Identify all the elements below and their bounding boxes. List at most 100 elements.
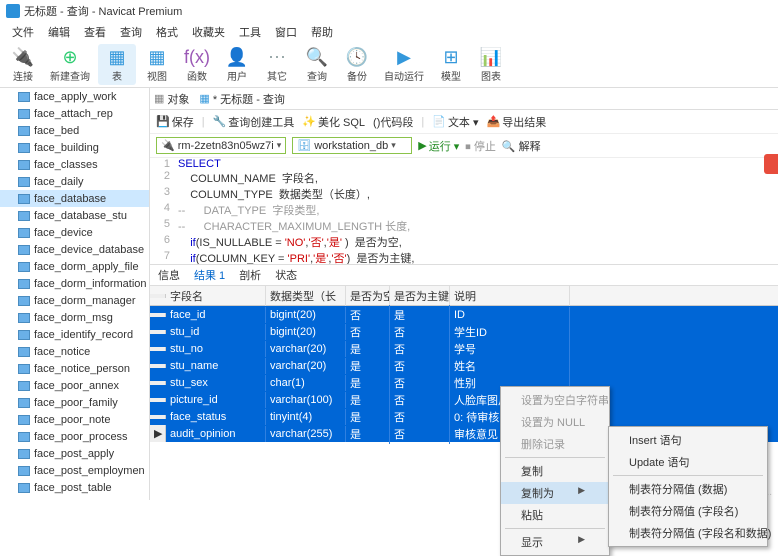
sidebar-item-face_classes[interactable]: face_classes <box>0 156 149 173</box>
menu-item[interactable]: Update 语句 <box>609 451 767 473</box>
table-row[interactable]: stu_idbigint(20)否否学生ID <box>150 323 778 340</box>
menu-item[interactable]: 制表符分隔值 (字段名) <box>609 500 767 522</box>
col-header[interactable]: 数据类型（长 <box>266 286 346 306</box>
result-tab-结果 1[interactable]: 结果 1 <box>194 267 225 283</box>
db-row: 🔌rm-2zetn83n05wz7i ▾ 🗄workstation_db ▾ ▶… <box>150 134 778 158</box>
toolbar-自动运行[interactable]: ▶自动运行 <box>378 44 430 85</box>
save-button[interactable]: 💾 保存 <box>156 114 194 130</box>
beautify-sql-button[interactable]: ✨ 美化 SQL <box>302 114 365 130</box>
tab-objects[interactable]: ▦ 对象 <box>154 91 189 107</box>
toolbar-查询[interactable]: 🔍查询 <box>298 44 336 85</box>
menu-item[interactable]: 显示▶ <box>501 531 609 553</box>
explain-button[interactable]: 🔍 解释 <box>502 138 541 154</box>
sidebar-item-face_bed[interactable]: face_bed <box>0 122 149 139</box>
sidebar-item-face_dorm_apply_file[interactable]: face_dorm_apply_file <box>0 258 149 275</box>
table-icon <box>18 262 30 272</box>
toolbar-备份[interactable]: 🕓备份 <box>338 44 376 85</box>
menu-工具[interactable]: 工具 <box>233 22 267 42</box>
table-icon <box>18 160 30 170</box>
sidebar-item-face_apply_work[interactable]: face_apply_work <box>0 88 149 105</box>
result-tab-状态[interactable]: 状态 <box>275 267 297 283</box>
col-header[interactable]: 是否为空 <box>346 286 390 306</box>
result-tab-剖析[interactable]: 剖析 <box>239 267 261 283</box>
sql-editor[interactable]: 1SELECT2 COLUMN_NAME 字段名,3 COLUMN_TYPE 数… <box>150 158 778 264</box>
sidebar-item-face_building[interactable]: face_building <box>0 139 149 156</box>
menu-item[interactable]: 复制 <box>501 460 609 482</box>
sidebar-item-face_notice_person[interactable]: face_notice_person <box>0 360 149 377</box>
menu-item[interactable]: 粘贴 <box>501 504 609 526</box>
table-icon <box>18 398 30 408</box>
toolbar-其它[interactable]: ⋯其它 <box>258 44 296 85</box>
sidebar-item-face_poor_process[interactable]: face_poor_process <box>0 428 149 445</box>
sidebar-item-face_post_transfer[interactable]: face_post_transfer <box>0 496 149 500</box>
query-builder-button[interactable]: 🔧 查询创建工具 <box>213 114 295 130</box>
stop-button[interactable]: ⏹ 停止 <box>465 138 496 154</box>
menu-窗口[interactable]: 窗口 <box>269 22 303 42</box>
sidebar-item-face_post_apply[interactable]: face_post_apply <box>0 445 149 462</box>
menu-查看[interactable]: 查看 <box>78 22 112 42</box>
table-icon <box>18 177 30 187</box>
side-badge[interactable] <box>764 154 778 174</box>
col-header[interactable]: 是否为主键 <box>390 286 450 306</box>
sidebar-item-face_post_table[interactable]: face_post_table <box>0 479 149 496</box>
menu-文件[interactable]: 文件 <box>6 22 40 42</box>
menu-item[interactable]: 制表符分隔值 (字段名和数据) <box>609 522 767 544</box>
sidebar-item-face_notice[interactable]: face_notice <box>0 343 149 360</box>
menu-item[interactable]: 制表符分隔值 (数据) <box>609 478 767 500</box>
result-tab-信息[interactable]: 信息 <box>158 267 180 283</box>
toolbar-模型[interactable]: ⊞模型 <box>432 44 470 85</box>
menu-编辑[interactable]: 编辑 <box>42 22 76 42</box>
table-row[interactable]: face_statustinyint(4)是否0: 待审核 1：已通过 <box>150 408 778 425</box>
table-row[interactable]: face_idbigint(20)否是ID <box>150 306 778 323</box>
toolbar-用户[interactable]: 👤用户 <box>218 44 256 85</box>
export-button[interactable]: 📤 导出结果 <box>487 114 547 130</box>
sidebar-item-face_device_database[interactable]: face_device_database <box>0 241 149 258</box>
menu-帮助[interactable]: 帮助 <box>305 22 339 42</box>
sidebar-item-face_dorm_msg[interactable]: face_dorm_msg <box>0 309 149 326</box>
schema-select[interactable]: 🗄workstation_db ▾ <box>292 137 412 154</box>
toolbar-视图[interactable]: ▦视图 <box>138 44 176 85</box>
run-button[interactable]: ▶ 运行 ▾ <box>418 138 459 154</box>
sidebar-item-face_dorm_manager[interactable]: face_dorm_manager <box>0 292 149 309</box>
sidebar-item-face_daily[interactable]: face_daily <box>0 173 149 190</box>
sidebar-item-face_poor_annex[interactable]: face_poor_annex <box>0 377 149 394</box>
table-row[interactable]: picture_idvarchar(100)是否人脸库图片ID <box>150 391 778 408</box>
toolbar-新建查询[interactable]: ⊕新建查询 <box>44 44 96 85</box>
menu-item[interactable]: 复制为▶ <box>501 482 609 504</box>
tab-query[interactable]: ▦ * 无标题 - 查询 <box>199 91 285 107</box>
table-icon <box>18 211 30 221</box>
sidebar-item-face_database_stu[interactable]: face_database_stu <box>0 207 149 224</box>
context-menu[interactable]: 设置为空白字符串设置为 NULL删除记录复制复制为▶粘贴显示▶ <box>500 386 610 556</box>
col-header[interactable]: 字段名 <box>166 286 266 306</box>
sidebar-item-face_database[interactable]: face_database <box>0 190 149 207</box>
table-icon <box>18 126 30 136</box>
table-row[interactable]: stu_sexchar(1)是否性别 <box>150 374 778 391</box>
context-submenu[interactable]: Insert 语句Update 语句制表符分隔值 (数据)制表符分隔值 (字段名… <box>608 426 768 547</box>
query-toolbar: 💾 保存 | 🔧 查询创建工具 ✨ 美化 SQL ()代码段 | 📄 文本 ▾ … <box>150 110 778 134</box>
sidebar-item-face_identify_record[interactable]: face_identify_record <box>0 326 149 343</box>
sidebar-item-face_poor_family[interactable]: face_poor_family <box>0 394 149 411</box>
sidebar-item-face_post_employmen[interactable]: face_post_employmen <box>0 462 149 479</box>
toolbar-连接[interactable]: 🔌连接 <box>4 44 42 85</box>
table-icon <box>18 245 30 255</box>
window-title: 无标题 - 查询 - Navicat Premium <box>24 3 182 19</box>
sidebar-item-face_poor_note[interactable]: face_poor_note <box>0 411 149 428</box>
toolbar-函数[interactable]: f(x)函数 <box>178 44 216 85</box>
code-snippet-button[interactable]: ()代码段 <box>373 114 413 130</box>
sidebar-item-face_dorm_information[interactable]: face_dorm_information <box>0 275 149 292</box>
table-row[interactable]: stu_namevarchar(20)是否姓名 <box>150 357 778 374</box>
toolbar-图表[interactable]: 📊图表 <box>472 44 510 85</box>
table-row[interactable]: stu_novarchar(20)是否学号 <box>150 340 778 357</box>
col-header[interactable]: 说明 <box>450 286 570 306</box>
menu-item[interactable]: Insert 语句 <box>609 429 767 451</box>
menu-收藏夹[interactable]: 收藏夹 <box>186 22 231 42</box>
menu-格式[interactable]: 格式 <box>150 22 184 42</box>
connection-select[interactable]: 🔌rm-2zetn83n05wz7i ▾ <box>156 137 286 154</box>
text-button[interactable]: 📄 文本 ▾ <box>432 114 478 130</box>
toolbar: 🔌连接⊕新建查询▦表▦视图f(x)函数👤用户⋯其它🔍查询🕓备份▶自动运行⊞模型📊… <box>0 42 778 88</box>
sidebar-item-face_attach_rep[interactable]: face_attach_rep <box>0 105 149 122</box>
toolbar-表[interactable]: ▦表 <box>98 44 136 85</box>
sidebar-item-face_device[interactable]: face_device <box>0 224 149 241</box>
menu-查询[interactable]: 查询 <box>114 22 148 42</box>
sidebar[interactable]: face_apply_workface_attach_repface_bedfa… <box>0 88 150 500</box>
